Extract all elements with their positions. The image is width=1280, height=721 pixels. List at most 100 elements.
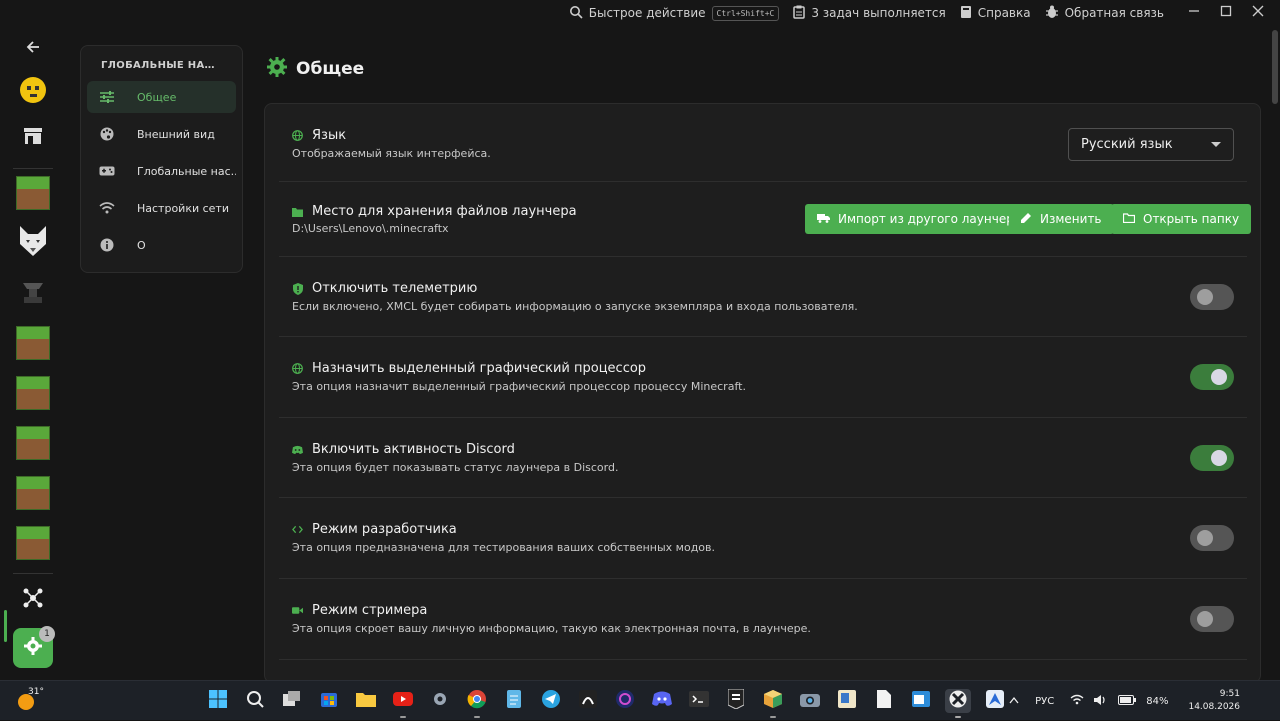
storage-path: D:\Users\Lenovo\.minecraftx <box>292 222 449 235</box>
clipboard-icon <box>793 5 806 22</box>
storage-row: Место для хранения файлов лаунчера D:\Us… <box>279 182 1252 257</box>
volume-icon[interactable] <box>1094 694 1108 709</box>
task-view-button[interactable] <box>279 689 305 713</box>
streamer-toggle[interactable] <box>1190 606 1234 632</box>
start-button[interactable] <box>205 689 231 713</box>
battery-percent: 84% <box>1146 695 1169 707</box>
help-label: Справка <box>977 6 1031 20</box>
instance-grass-1[interactable] <box>13 173 53 213</box>
instance-grass-4[interactable] <box>13 423 53 463</box>
anvil-icon <box>17 275 49 311</box>
running-indicator <box>474 716 480 718</box>
app-camera[interactable] <box>797 689 823 713</box>
date: 14.08.2026 <box>1188 702 1240 712</box>
developer-title: Режим разработчика <box>292 522 457 537</box>
app-terminal[interactable] <box>686 689 712 713</box>
import-button[interactable]: Импорт из другого лаунчера <box>805 204 1034 234</box>
instance-grass-5[interactable] <box>13 473 53 513</box>
close-button[interactable] <box>1242 0 1274 26</box>
language-row: Язык Отображаемый язык интерфейса. Русск… <box>279 104 1247 182</box>
app-photos[interactable] <box>834 689 860 713</box>
feedback-button[interactable]: Обратная связь <box>1045 5 1164 22</box>
search-button[interactable] <box>242 689 268 713</box>
app-youtube[interactable] <box>390 689 416 718</box>
app-notepad[interactable] <box>501 689 527 713</box>
telemetry-toggle[interactable] <box>1190 284 1234 310</box>
nav-item-about[interactable]: О <box>87 229 236 261</box>
language-select[interactable]: Русский язык <box>1068 128 1234 161</box>
app-explorer[interactable] <box>353 689 379 713</box>
instance-grass-3[interactable] <box>13 373 53 413</box>
app-arturia[interactable] <box>575 689 601 713</box>
maximize-button[interactable] <box>1210 0 1242 26</box>
gpu-toggle[interactable] <box>1190 364 1234 390</box>
instance-grass-2[interactable] <box>13 323 53 363</box>
app-game[interactable] <box>612 689 638 713</box>
rail-divider <box>13 573 53 574</box>
scrollbar[interactable] <box>1272 30 1278 104</box>
tasks-indicator[interactable]: 3 задач выполняется <box>793 5 946 22</box>
chevron-up-icon[interactable] <box>1009 696 1019 707</box>
nav-item-appearance[interactable]: Внешний вид <box>87 118 236 150</box>
instance-grass-6[interactable] <box>13 523 53 563</box>
caret-down-icon <box>1211 142 1221 147</box>
bug-icon <box>1045 5 1059 22</box>
app-chrome[interactable] <box>464 689 490 718</box>
instance-anvil[interactable] <box>13 273 53 313</box>
app-cube[interactable] <box>760 689 786 718</box>
app-discord[interactable] <box>649 689 675 713</box>
open-folder-button[interactable]: Открыть папку <box>1111 204 1252 234</box>
globe-icon <box>292 363 303 374</box>
app-window[interactable] <box>908 689 934 713</box>
help-button[interactable]: Справка <box>960 5 1031 22</box>
language-label: Язык <box>312 128 347 143</box>
minimize-button[interactable] <box>1178 0 1210 26</box>
discord-icon <box>652 691 672 711</box>
task-view-icon <box>283 691 301 711</box>
nav-item-network[interactable]: Настройки сети <box>87 192 236 224</box>
nav-item-general[interactable]: Общее <box>87 81 236 113</box>
toggle-knob <box>1197 530 1213 546</box>
settings-button[interactable]: 1 <box>13 626 55 668</box>
app-store[interactable] <box>316 689 342 713</box>
battery-icon[interactable] <box>1118 694 1137 708</box>
palette-icon <box>99 126 115 142</box>
wifi-icon[interactable] <box>1070 694 1084 708</box>
discord-toggle[interactable] <box>1190 445 1234 471</box>
nav-item-label: Внешний вид <box>137 127 215 141</box>
app-telegram[interactable] <box>538 689 564 713</box>
discord-subtitle: Эта опция будет показывать статус лаунче… <box>292 461 619 474</box>
quick-action[interactable]: Быстрое действие Ctrl+Shift+C <box>569 5 780 22</box>
weather-widget[interactable]: 31° <box>18 687 44 710</box>
app-xmcl[interactable] <box>945 689 971 718</box>
active-indicator <box>4 610 7 642</box>
clock[interactable]: 9:51 14.08.2026 <box>1188 688 1240 714</box>
store-icon <box>23 127 43 149</box>
instance-wolf[interactable] <box>13 223 53 263</box>
gamepad-icon <box>99 163 115 179</box>
developer-toggle[interactable] <box>1190 525 1234 551</box>
grass-block-icon <box>16 176 50 210</box>
back-button[interactable] <box>13 28 53 68</box>
running-indicator <box>770 716 776 718</box>
grass-block-icon <box>16 476 50 510</box>
app-epic[interactable] <box>723 688 749 713</box>
hub-icon <box>22 587 44 613</box>
change-button[interactable]: Изменить <box>1009 204 1114 234</box>
profile-button[interactable] <box>13 72 53 112</box>
language-title: Язык <box>292 128 346 143</box>
youtube-icon <box>393 692 413 710</box>
chrome-icon <box>467 689 487 713</box>
app-settings[interactable] <box>427 689 453 713</box>
language-value: Русский язык <box>1081 137 1173 152</box>
store-button[interactable] <box>13 118 53 158</box>
app-arrow[interactable] <box>982 689 1008 713</box>
grass-block-icon <box>16 376 50 410</box>
toggle-knob <box>1211 369 1227 385</box>
input-language[interactable]: РУС <box>1035 696 1054 707</box>
multiplayer-button[interactable] <box>13 580 53 620</box>
camera-icon <box>800 691 820 711</box>
nav-item-global[interactable]: Глобальные нас... <box>87 155 236 187</box>
gpu-title: Назначить выделенный графический процесс… <box>292 361 646 376</box>
app-document[interactable] <box>871 689 897 713</box>
